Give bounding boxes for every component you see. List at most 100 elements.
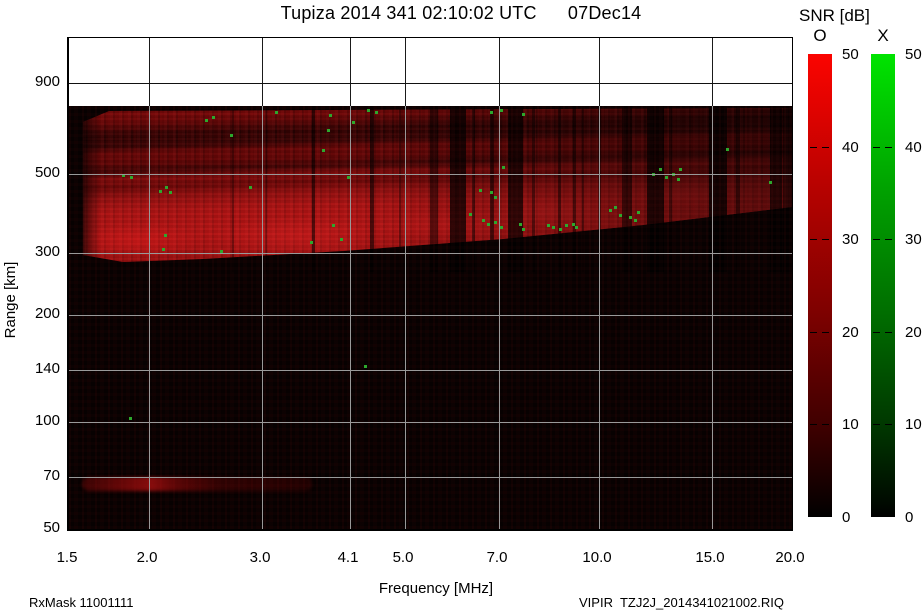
- grid-line-horizontal: [69, 174, 792, 175]
- x-mode-speck: [494, 221, 497, 224]
- colorbar-tick-dash: [822, 332, 829, 333]
- colorbar-tick-label: 10: [905, 416, 922, 433]
- colorbar-tick-dash: [873, 147, 880, 148]
- colorbar-tick-dash: [810, 332, 817, 333]
- y-tick-label: 140: [34, 360, 60, 377]
- x-mode-speck: [637, 211, 640, 214]
- x-mode-speck: [230, 134, 233, 137]
- x-tick-label: 4.1: [337, 549, 359, 566]
- x-mode-speck: [575, 226, 578, 229]
- x-tick-label: 3.0: [249, 549, 271, 566]
- y-axis-label: Range [km]: [2, 261, 19, 339]
- x-mode-speck: [769, 181, 772, 184]
- colorbar-tick-dash: [885, 332, 892, 333]
- colorbar-tick-dash: [810, 239, 817, 240]
- grid-line-horizontal: [69, 253, 792, 254]
- x-mode-speck: [482, 219, 485, 222]
- x-mode-speck: [310, 241, 313, 244]
- grid-line-horizontal: [69, 315, 792, 316]
- colorbar-tick-label: 50: [905, 46, 922, 63]
- colorbar-mode-label: O: [813, 26, 827, 45]
- y-tick-label: 50: [43, 519, 60, 536]
- x-mode-speck: [490, 111, 493, 114]
- ionogram-screen: Tupiza 2014 341 02:10:02 UTC 07Dec14 SNR…: [0, 0, 922, 614]
- colorbar-tick-label: 50: [842, 46, 859, 63]
- grid-line-vertical: [262, 38, 263, 529]
- grid-line-horizontal: [69, 477, 792, 478]
- grid-line-horizontal: [69, 83, 792, 84]
- x-mode-speck: [327, 129, 330, 132]
- colorbar-o-gradient: [808, 54, 832, 517]
- x-mode-speck: [487, 223, 490, 226]
- x-mode-speck: [367, 109, 370, 112]
- colorbar-tick-label: 30: [905, 231, 922, 248]
- y-tick-label: 70: [43, 467, 60, 484]
- x-mode-speck: [547, 224, 550, 227]
- x-mode-speck: [129, 417, 132, 420]
- colorbar-tick-dash: [885, 424, 892, 425]
- x-mode-speck: [522, 113, 525, 116]
- x-mode-speck: [490, 191, 493, 194]
- x-tick-label: 7.0: [486, 549, 508, 566]
- colorbar-tick-dash: [822, 147, 829, 148]
- x-mode-speck: [322, 149, 325, 152]
- x-mode-speck: [559, 228, 562, 231]
- x-tick-label: 5.0: [392, 549, 414, 566]
- x-mode-speck: [479, 189, 482, 192]
- colorbar-tick-label: 0: [905, 509, 914, 526]
- y-tick-label: 200: [34, 305, 60, 322]
- x-mode-speck: [502, 166, 505, 169]
- colorbar-tick-label: 0: [842, 509, 851, 526]
- x-tick-label: 2.0: [136, 549, 158, 566]
- x-mode-speck: [165, 186, 168, 189]
- x-mode-speck: [614, 206, 617, 209]
- x-mode-speck: [329, 114, 332, 117]
- colorbar-tick-dash: [873, 424, 880, 425]
- x-mode-speck: [565, 224, 568, 227]
- x-mode-speck: [164, 234, 167, 237]
- y-tick-label: 500: [34, 164, 60, 181]
- grid-line-vertical: [405, 38, 406, 529]
- colorbar-tick-label: 40: [842, 139, 859, 156]
- x-mode-speck: [609, 209, 612, 212]
- grid-line-vertical: [499, 38, 500, 529]
- x-mode-speck: [552, 226, 555, 229]
- rxmask-label: RxMask 11001111: [29, 595, 134, 610]
- x-mode-speck: [375, 111, 378, 114]
- grid-line-vertical: [712, 38, 713, 529]
- x-mode-speck: [679, 168, 682, 171]
- x-tick-label: 10.0: [582, 549, 612, 566]
- x-mode-speck: [205, 119, 208, 122]
- x-mode-speck: [169, 191, 172, 194]
- colorbar-tick-dash: [822, 424, 829, 425]
- x-mode-speck: [130, 176, 133, 179]
- y-tick-label: 300: [34, 243, 60, 260]
- file-name-label: VIPIR TZJ2J_2014341021002.RIQ: [579, 595, 784, 610]
- x-mode-speck: [629, 216, 632, 219]
- y-tick-label: 100: [34, 412, 60, 429]
- x-mode-speck: [332, 224, 335, 227]
- echo-heatmap: [69, 106, 792, 529]
- grid-line-horizontal: [69, 370, 792, 371]
- x-mode-speck: [249, 186, 252, 189]
- y-tick-label: 900: [34, 73, 60, 90]
- x-axis-label: Frequency [MHz]: [378, 580, 494, 597]
- ionogram-plot-area: [67, 37, 793, 531]
- colorbar-tick-label: 20: [842, 324, 859, 341]
- x-mode-speck: [665, 176, 668, 179]
- x-mode-speck: [500, 109, 503, 112]
- grid-line-vertical: [149, 38, 150, 529]
- grid-line-horizontal: [69, 422, 792, 423]
- colorbar-tick-dash: [810, 147, 817, 148]
- x-mode-speck: [212, 116, 215, 119]
- noise-layer: [69, 106, 792, 529]
- x-mode-speck: [619, 214, 622, 217]
- colorbar-tick-dash: [873, 239, 880, 240]
- x-mode-speck: [519, 223, 522, 226]
- x-mode-speck: [162, 248, 165, 251]
- colorbar-tick-dash: [885, 147, 892, 148]
- x-mode-speck: [677, 178, 680, 181]
- colorbar-tick-label: 40: [905, 139, 922, 156]
- x-mode-speck: [275, 111, 278, 114]
- grid-line-vertical: [350, 38, 351, 529]
